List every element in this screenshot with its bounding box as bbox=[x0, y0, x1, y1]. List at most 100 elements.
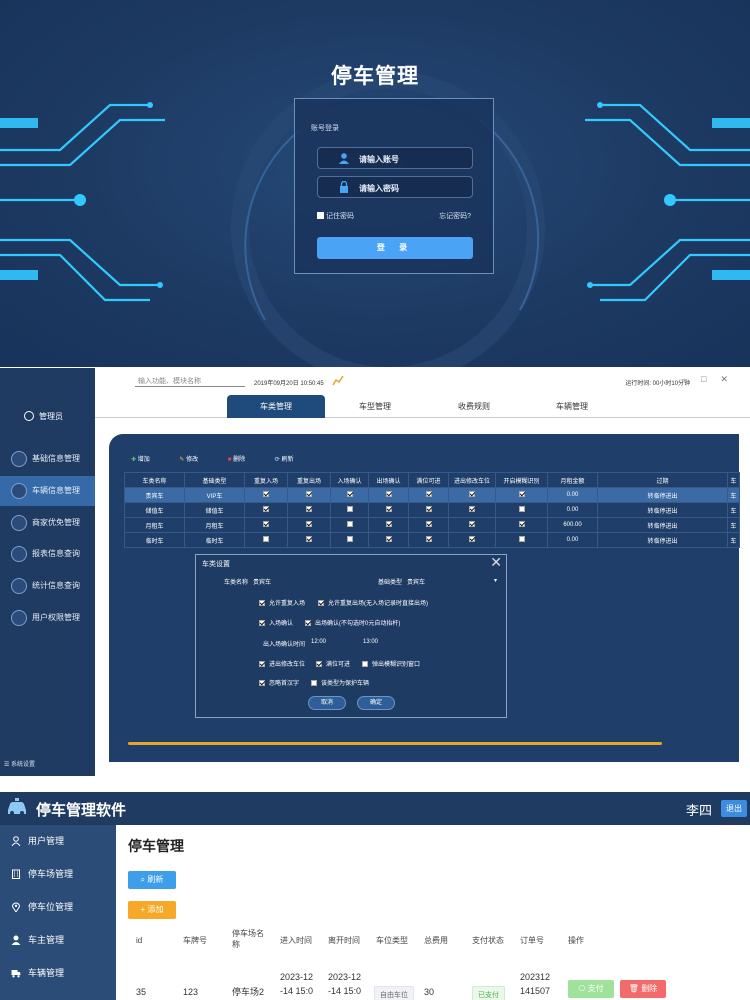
add-button[interactable]: + 添加 bbox=[128, 901, 176, 919]
column-header[interactable]: 月租金额 bbox=[547, 472, 598, 488]
column-header[interactable]: 重复出场 bbox=[287, 472, 331, 488]
column-header[interactable]: 过期 bbox=[597, 472, 728, 488]
column-header[interactable]: 进出修改车位 bbox=[448, 472, 496, 488]
checkbox[interactable] bbox=[518, 536, 525, 542]
out-confirm-checkbox[interactable]: 出场确认(不勾选时0元自动抬杆) bbox=[305, 618, 400, 627]
checkbox[interactable] bbox=[385, 491, 392, 497]
checkbox[interactable] bbox=[263, 521, 269, 527]
sidebar-item-parking-lots[interactable]: 停车场管理 bbox=[0, 858, 116, 891]
sidebar-item-report[interactable]: 报表信息查询 bbox=[0, 539, 95, 569]
base-type-select[interactable]: 基础类型 贵宾车 ▾ bbox=[378, 577, 497, 586]
checkbox[interactable] bbox=[263, 536, 269, 542]
sidebar-item-owners[interactable]: 车主管理 bbox=[0, 924, 116, 957]
tab-vehicle-model[interactable]: 车型管理 bbox=[326, 395, 424, 418]
modify-slot-checkbox[interactable]: 进出修改车位 bbox=[259, 659, 305, 668]
repeat-in-checkbox[interactable]: 允许重复入场 bbox=[259, 598, 305, 607]
system-settings-label: 系统设置 bbox=[11, 762, 36, 768]
checkbox[interactable] bbox=[263, 506, 269, 512]
checkbox[interactable] bbox=[425, 521, 432, 527]
sidebar-item-basic-info[interactable]: 基础信息管理 bbox=[0, 444, 95, 474]
sidebar-item-parking-spaces[interactable]: 停车位管理 bbox=[0, 891, 116, 924]
checkbox[interactable] bbox=[469, 536, 475, 542]
column-header[interactable]: 重复入场 bbox=[244, 472, 288, 488]
in-confirm-checkbox[interactable]: 入场确认 bbox=[259, 618, 293, 627]
checkbox[interactable] bbox=[346, 521, 353, 527]
protect-vehicle-checkbox[interactable]: 该类型为保护车辆 bbox=[311, 678, 369, 687]
login-button[interactable]: 登 录 bbox=[317, 237, 473, 259]
checkbox[interactable] bbox=[385, 536, 392, 542]
checkbox[interactable] bbox=[306, 536, 312, 542]
checkbox[interactable] bbox=[469, 521, 475, 527]
window-controls[interactable]: ‒□✕ bbox=[682, 374, 742, 385]
column-header[interactable]: 基础类型 bbox=[184, 472, 245, 488]
checkbox[interactable] bbox=[263, 491, 269, 497]
checkbox[interactable] bbox=[518, 506, 525, 512]
cancel-button[interactable]: 取消 bbox=[308, 696, 346, 710]
checkbox[interactable] bbox=[469, 506, 475, 512]
column-header[interactable]: 入场确认 bbox=[330, 472, 369, 488]
password-input[interactable]: 请输入密码 bbox=[317, 176, 473, 198]
forgot-password-link[interactable]: 忘记密码? bbox=[439, 211, 471, 221]
cell-expire: 转临停进出 bbox=[597, 487, 728, 503]
checkbox[interactable] bbox=[306, 491, 312, 497]
column-header[interactable]: 开启模糊识别 bbox=[495, 472, 548, 488]
horizontal-scrollbar[interactable] bbox=[128, 742, 662, 745]
sidebar-item-merchant[interactable]: 商家优免管理 bbox=[0, 508, 95, 538]
desktop-topbar: 输入功能、模块名称 2019年09月20日 10:50:45 运行时间: 00小… bbox=[95, 368, 750, 392]
table-row[interactable]: 贵宾车 VIP车 0.00 转临停进出车 bbox=[124, 487, 740, 503]
tab-vehicle-class[interactable]: 车类管理 bbox=[227, 395, 325, 418]
table-row[interactable]: 月租车 月租车 600.00 转临停进出车 bbox=[124, 517, 740, 533]
class-name-field[interactable]: 车类名称 贵宾车 bbox=[224, 577, 271, 586]
table-row[interactable]: 临时车 临时车 0.00 转临停进出车 bbox=[124, 532, 740, 548]
checkbox[interactable] bbox=[385, 521, 392, 527]
delete-button[interactable]: ■ 删除 bbox=[228, 457, 259, 463]
tab-charge-rules[interactable]: 收费规则 bbox=[425, 395, 523, 418]
sidebar-item-statistics[interactable]: 统计信息查询 bbox=[0, 571, 95, 601]
system-settings[interactable]: ☰ 系统设置 bbox=[4, 759, 35, 768]
cell-extra: 车 bbox=[727, 502, 740, 518]
sidebar-item-users[interactable]: 用户管理 bbox=[0, 825, 116, 858]
refresh-button[interactable]: ⟳ 刷新 bbox=[275, 457, 308, 463]
column-header[interactable]: 车类名称 bbox=[124, 472, 185, 488]
checkbox[interactable] bbox=[346, 491, 353, 497]
checkbox[interactable] bbox=[425, 536, 432, 542]
time-start-input[interactable]: 12:00 bbox=[311, 639, 326, 645]
add-button[interactable]: ✚ 增加 bbox=[131, 457, 164, 463]
checkbox[interactable] bbox=[346, 536, 353, 542]
delete-button[interactable]: 🗑 删除 bbox=[620, 980, 666, 998]
user-icon bbox=[11, 836, 21, 846]
pay-button[interactable]: ⎔ 支付 bbox=[568, 980, 614, 998]
checkbox[interactable] bbox=[306, 521, 312, 527]
checkbox[interactable] bbox=[346, 506, 353, 512]
function-search-input[interactable]: 输入功能、模块名称 bbox=[135, 376, 245, 387]
cell-expire: 转临停进出 bbox=[597, 502, 728, 518]
table-row[interactable]: 储值车 储值车 0.00 转临停进出车 bbox=[124, 502, 740, 518]
close-icon[interactable]: ✕ bbox=[490, 554, 502, 571]
ok-button[interactable]: 确定 bbox=[357, 696, 395, 710]
checkbox[interactable] bbox=[425, 506, 432, 512]
checkbox[interactable] bbox=[518, 521, 525, 527]
logout-button[interactable]: 退出 bbox=[721, 800, 747, 817]
checkbox[interactable] bbox=[306, 506, 312, 512]
repeat-out-checkbox[interactable]: 允许重复出场(无入场记录时直接出场) bbox=[318, 598, 428, 607]
checkbox[interactable] bbox=[518, 491, 525, 497]
sidebar-item-permission[interactable]: 用户权限管理 bbox=[0, 603, 95, 633]
column-header[interactable]: 出场确认 bbox=[368, 472, 409, 488]
column-header[interactable]: 满位可进 bbox=[408, 472, 449, 488]
refresh-button[interactable]: ⌕ 刷新 bbox=[128, 871, 176, 889]
edit-button[interactable]: ✎ 修改 bbox=[179, 457, 212, 463]
ignore-chinese-checkbox[interactable]: 忽略首汉字 bbox=[259, 678, 299, 687]
checkbox[interactable] bbox=[385, 506, 392, 512]
tab-vehicle-management[interactable]: 车辆管理 bbox=[523, 395, 621, 418]
time-end-input[interactable]: 13:00 bbox=[363, 639, 378, 645]
account-input[interactable]: 请输入账号 bbox=[317, 147, 473, 169]
column-header[interactable]: 车 bbox=[727, 472, 740, 488]
remember-password-checkbox[interactable]: 记住密码 bbox=[317, 211, 354, 221]
checkbox[interactable] bbox=[469, 491, 475, 497]
full-enter-checkbox[interactable]: 满位可进 bbox=[316, 659, 350, 668]
checkbox[interactable] bbox=[425, 491, 432, 497]
password-placeholder: 请输入密码 bbox=[359, 184, 399, 193]
fuzzy-window-checkbox[interactable]: 弹出模糊识别窗口 bbox=[362, 659, 420, 668]
sidebar-item-vehicles[interactable]: 车辆管理 bbox=[0, 957, 116, 990]
sidebar-item-vehicle-info[interactable]: 车辆信息管理 bbox=[0, 476, 95, 506]
